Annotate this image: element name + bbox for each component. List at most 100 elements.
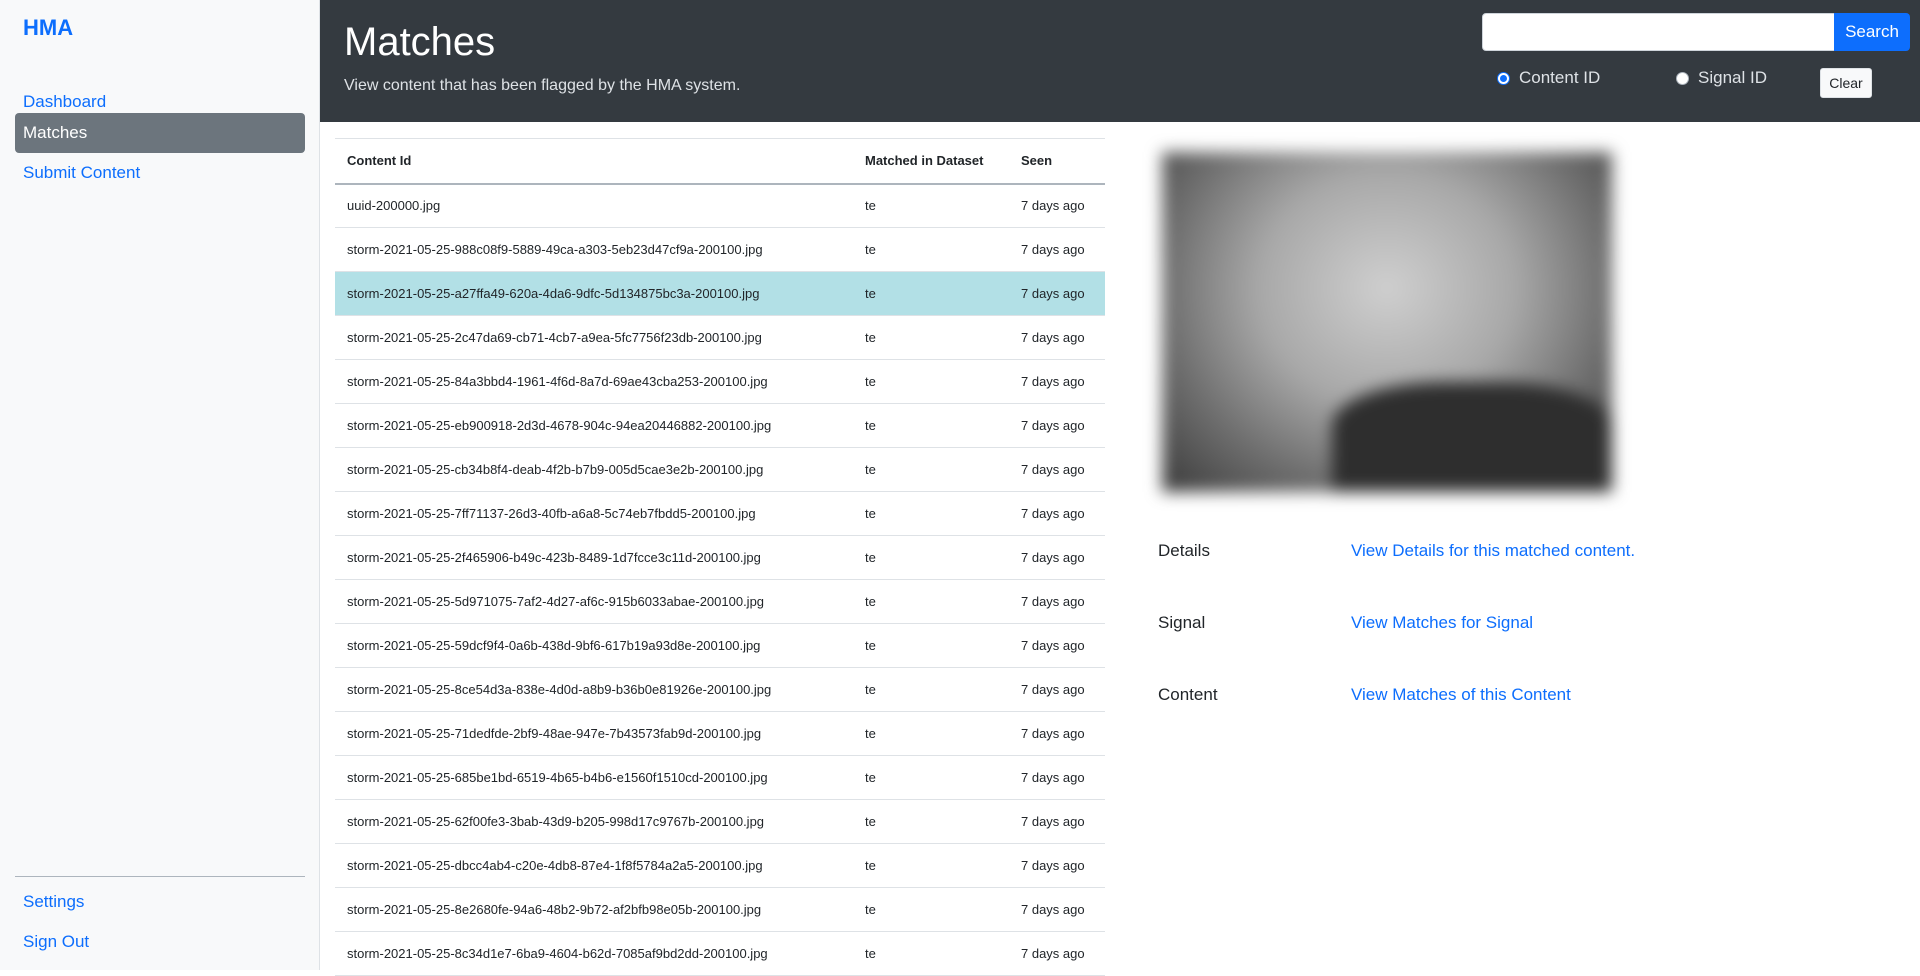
cell-dataset: te bbox=[853, 711, 1009, 756]
table-row[interactable]: storm-2021-05-25-59dcf9f4-0a6b-438d-9bf6… bbox=[335, 623, 1105, 668]
cell-dataset: te bbox=[853, 755, 1009, 800]
sidebar-divider bbox=[15, 876, 305, 877]
cell-seen: 7 days ago bbox=[1009, 183, 1105, 228]
cell-content-id: storm-2021-05-25-eb900918-2d3d-4678-904c… bbox=[335, 403, 853, 448]
cell-content-id: storm-2021-05-25-8e2680fe-94a6-48b2-9b72… bbox=[335, 887, 853, 932]
column-header-seen[interactable]: Seen bbox=[1009, 138, 1105, 185]
radio-button-unchecked[interactable] bbox=[1676, 71, 1689, 85]
table-row[interactable]: storm-2021-05-25-62f00fe3-3bab-43d9-b205… bbox=[335, 799, 1105, 844]
cell-seen: 7 days ago bbox=[1009, 535, 1105, 580]
cell-dataset: te bbox=[853, 403, 1009, 448]
cell-dataset: te bbox=[853, 623, 1009, 668]
radio-signal-id[interactable]: Signal ID bbox=[1676, 68, 1767, 88]
page-subtitle: View content that has been flagged by th… bbox=[344, 77, 741, 94]
cell-seen: 7 days ago bbox=[1009, 667, 1105, 712]
table-row[interactable]: storm-2021-05-25-8c34d1e7-6ba9-4604-b62d… bbox=[335, 931, 1105, 976]
cell-seen: 7 days ago bbox=[1009, 271, 1105, 316]
detail-label-details: Details bbox=[1158, 541, 1210, 560]
sidebar-item-matches[interactable]: Matches bbox=[15, 113, 305, 153]
search-input[interactable] bbox=[1482, 13, 1836, 51]
cell-content-id: storm-2021-05-25-2f465906-b49c-423b-8489… bbox=[335, 535, 853, 580]
cell-dataset: te bbox=[853, 183, 1009, 228]
radio-content-id[interactable]: Content ID bbox=[1497, 68, 1600, 88]
sidebar: HMA Dashboard Matches Submit Content Set… bbox=[0, 0, 320, 970]
matches-table: Content Id Matched in Dataset Seen uuid-… bbox=[335, 138, 1105, 976]
table-row[interactable]: storm-2021-05-25-5d971075-7af2-4d27-af6c… bbox=[335, 579, 1105, 624]
cell-dataset: te bbox=[853, 799, 1009, 844]
radio-signal-id-label: Signal ID bbox=[1698, 68, 1767, 87]
table-row[interactable]: storm-2021-05-25-8e2680fe-94a6-48b2-9b72… bbox=[335, 887, 1105, 932]
table-row[interactable]: storm-2021-05-25-988c08f9-5889-49ca-a303… bbox=[335, 227, 1105, 272]
cell-seen: 7 days ago bbox=[1009, 315, 1105, 360]
cell-content-id: storm-2021-05-25-8ce54d3a-838e-4d0d-a8b9… bbox=[335, 667, 853, 712]
search-button[interactable]: Search bbox=[1834, 13, 1910, 51]
cell-content-id: storm-2021-05-25-71dedfde-2bf9-48ae-947e… bbox=[335, 711, 853, 756]
table-row[interactable]: uuid-200000.jpg te 7 days ago bbox=[335, 183, 1105, 228]
table-row[interactable]: storm-2021-05-25-685be1bd-6519-4b65-b4b6… bbox=[335, 755, 1105, 800]
cell-seen: 7 days ago bbox=[1009, 491, 1105, 536]
radio-content-id-label: Content ID bbox=[1519, 68, 1601, 87]
brand-logo[interactable]: HMA bbox=[23, 15, 73, 41]
cell-seen: 7 days ago bbox=[1009, 931, 1105, 976]
cell-seen: 7 days ago bbox=[1009, 843, 1105, 888]
cell-dataset: te bbox=[853, 359, 1009, 404]
sidebar-item-settings[interactable]: Settings bbox=[15, 882, 305, 922]
cell-seen: 7 days ago bbox=[1009, 623, 1105, 668]
cell-content-id: storm-2021-05-25-84a3bbd4-1961-4f6d-8a7d… bbox=[335, 359, 853, 404]
sidebar-item-submit-content[interactable]: Submit Content bbox=[15, 153, 305, 193]
detail-label-signal: Signal bbox=[1158, 613, 1206, 632]
table-row[interactable]: storm-2021-05-25-2f465906-b49c-423b-8489… bbox=[335, 535, 1105, 580]
table-row[interactable]: storm-2021-05-25-2c47da69-cb71-4cb7-a9ea… bbox=[335, 315, 1105, 360]
cell-content-id: storm-2021-05-25-988c08f9-5889-49ca-a303… bbox=[335, 227, 853, 272]
cell-dataset: te bbox=[853, 887, 1009, 932]
cell-dataset: te bbox=[853, 579, 1009, 624]
column-header-dataset[interactable]: Matched in Dataset bbox=[853, 138, 1009, 185]
content-preview-image bbox=[1162, 152, 1612, 492]
cell-content-id: storm-2021-05-25-cb34b8f4-deab-4f2b-b7b9… bbox=[335, 447, 853, 492]
detail-label-content: Content bbox=[1158, 685, 1218, 704]
table-row[interactable]: storm-2021-05-25-cb34b8f4-deab-4f2b-b7b9… bbox=[335, 447, 1105, 492]
cell-content-id: storm-2021-05-25-dbcc4ab4-c20e-4db8-87e4… bbox=[335, 843, 853, 888]
view-details-link[interactable]: View Details for this matched content. bbox=[1351, 541, 1635, 561]
cell-dataset: te bbox=[853, 843, 1009, 888]
cell-seen: 7 days ago bbox=[1009, 403, 1105, 448]
cell-dataset: te bbox=[853, 491, 1009, 536]
cell-seen: 7 days ago bbox=[1009, 755, 1105, 800]
cell-dataset: te bbox=[853, 315, 1009, 360]
cell-content-id: storm-2021-05-25-685be1bd-6519-4b65-b4b6… bbox=[335, 755, 853, 800]
page-title: Matches bbox=[344, 20, 496, 64]
table-row[interactable]: storm-2021-05-25-71dedfde-2bf9-48ae-947e… bbox=[335, 711, 1105, 756]
cell-seen: 7 days ago bbox=[1009, 227, 1105, 272]
view-signal-matches-link[interactable]: View Matches for Signal bbox=[1351, 613, 1533, 633]
table-row[interactable]: storm-2021-05-25-eb900918-2d3d-4678-904c… bbox=[335, 403, 1105, 448]
cell-content-id: storm-2021-05-25-7ff71137-26d3-40fb-a6a8… bbox=[335, 491, 853, 536]
cell-content-id: storm-2021-05-25-62f00fe3-3bab-43d9-b205… bbox=[335, 799, 853, 844]
clear-button[interactable]: Clear bbox=[1820, 68, 1872, 98]
cell-seen: 7 days ago bbox=[1009, 359, 1105, 404]
cell-dataset: te bbox=[853, 535, 1009, 580]
table-row[interactable]: storm-2021-05-25-a27ffa49-620a-4da6-9dfc… bbox=[335, 271, 1105, 316]
cell-seen: 7 days ago bbox=[1009, 447, 1105, 492]
view-content-matches-link[interactable]: View Matches of this Content bbox=[1351, 685, 1571, 705]
column-header-content-id[interactable]: Content Id bbox=[335, 138, 853, 185]
table-row[interactable]: storm-2021-05-25-8ce54d3a-838e-4d0d-a8b9… bbox=[335, 667, 1105, 712]
cell-seen: 7 days ago bbox=[1009, 579, 1105, 624]
cell-content-id: storm-2021-05-25-a27ffa49-620a-4da6-9dfc… bbox=[335, 271, 853, 316]
cell-content-id: uuid-200000.jpg bbox=[335, 183, 853, 228]
cell-seen: 7 days ago bbox=[1009, 887, 1105, 932]
radio-button-checked[interactable] bbox=[1497, 71, 1510, 85]
cell-content-id: storm-2021-05-25-59dcf9f4-0a6b-438d-9bf6… bbox=[335, 623, 853, 668]
cell-dataset: te bbox=[853, 271, 1009, 316]
cell-dataset: te bbox=[853, 931, 1009, 976]
cell-content-id: storm-2021-05-25-5d971075-7af2-4d27-af6c… bbox=[335, 579, 853, 624]
cell-dataset: te bbox=[853, 667, 1009, 712]
sidebar-item-sign-out[interactable]: Sign Out bbox=[15, 922, 305, 962]
table-row[interactable]: storm-2021-05-25-dbcc4ab4-c20e-4db8-87e4… bbox=[335, 843, 1105, 888]
table-row[interactable]: storm-2021-05-25-7ff71137-26d3-40fb-a6a8… bbox=[335, 491, 1105, 536]
table-row[interactable]: storm-2021-05-25-84a3bbd4-1961-4f6d-8a7d… bbox=[335, 359, 1105, 404]
cell-content-id: storm-2021-05-25-2c47da69-cb71-4cb7-a9ea… bbox=[335, 315, 853, 360]
page-header: Matches View content that has been flagg… bbox=[320, 0, 1920, 122]
cell-seen: 7 days ago bbox=[1009, 799, 1105, 844]
cell-dataset: te bbox=[853, 227, 1009, 272]
table-body: uuid-200000.jpg te 7 days ago storm-2021-05… bbox=[335, 183, 1105, 976]
